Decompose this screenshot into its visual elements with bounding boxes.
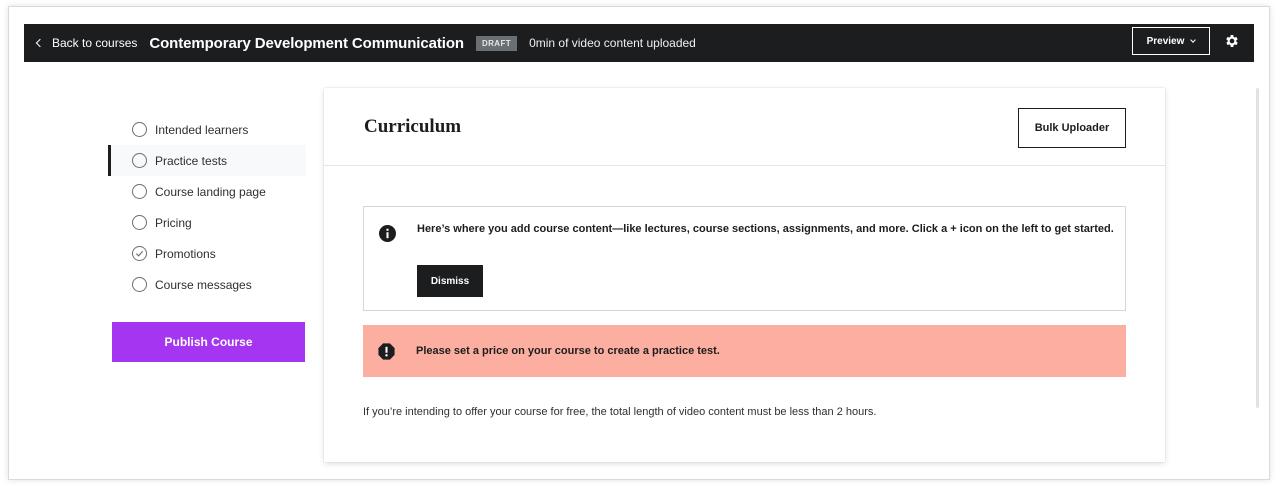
chevron-left-icon: [35, 38, 45, 48]
bulk-uploader-button[interactable]: Bulk Uploader: [1018, 108, 1126, 148]
card-header: Curriculum Bulk Uploader: [324, 88, 1165, 166]
sidebar-item-practice-tests[interactable]: Practice tests: [108, 145, 306, 176]
sidebar-item-intended-learners[interactable]: Intended learners: [110, 114, 306, 145]
sidebar-item-label: Intended learners: [155, 122, 249, 137]
sidebar-item-promotions[interactable]: Promotions: [110, 238, 306, 269]
back-label: Back to courses: [52, 36, 138, 50]
radio-icon: [132, 184, 147, 199]
radio-icon: [132, 277, 147, 292]
check-circle-icon: [132, 246, 147, 261]
info-text: Here’s where you add course content—like…: [417, 223, 1114, 235]
sidebar-item-course-messages[interactable]: Course messages: [110, 269, 306, 300]
preview-label: Preview: [1146, 35, 1185, 47]
alert-banner: Please set a price on your course to cre…: [363, 325, 1126, 377]
radio-icon: [132, 153, 147, 168]
sidebar-item-label: Course landing page: [155, 184, 266, 199]
info-banner: Here’s where you add course content—like…: [363, 206, 1126, 311]
sidebar-item-label: Course messages: [155, 277, 252, 292]
alert-text: Please set a price on your course to cre…: [416, 345, 720, 357]
page-title: Curriculum: [364, 116, 462, 137]
sidebar-item-label: Pricing: [155, 215, 192, 230]
sidebar-item-course-landing-page[interactable]: Course landing page: [110, 176, 306, 207]
top-bar: Back to courses Contemporary Development…: [24, 24, 1254, 62]
preview-button[interactable]: Preview: [1132, 27, 1210, 55]
radio-icon: [132, 215, 147, 230]
sidebar-item-label: Practice tests: [155, 153, 228, 168]
radio-icon: [132, 122, 147, 137]
upload-status: 0min of video content uploaded: [529, 36, 696, 50]
info-icon: [379, 225, 396, 242]
alert-icon: [378, 342, 395, 360]
status-badge: DRAFT: [475, 35, 518, 51]
scrollbar[interactable]: [1256, 88, 1259, 408]
free-course-note: If you’re intending to offer your course…: [363, 406, 877, 418]
publish-course-button[interactable]: Publish Course: [112, 322, 305, 362]
gear-icon[interactable]: [1222, 31, 1242, 51]
sidebar-item-label: Promotions: [155, 246, 216, 261]
curriculum-card: Curriculum Bulk Uploader Here’s where yo…: [324, 88, 1165, 462]
dismiss-button[interactable]: Dismiss: [417, 265, 483, 297]
chevron-down-icon: [1190, 36, 1197, 43]
sidebar-item-pricing[interactable]: Pricing: [110, 207, 306, 238]
course-title: Contemporary Development Communication: [149, 34, 464, 52]
back-to-courses-link[interactable]: Back to courses: [34, 36, 137, 50]
sidebar: Intended learners Practice tests Course …: [108, 114, 306, 300]
